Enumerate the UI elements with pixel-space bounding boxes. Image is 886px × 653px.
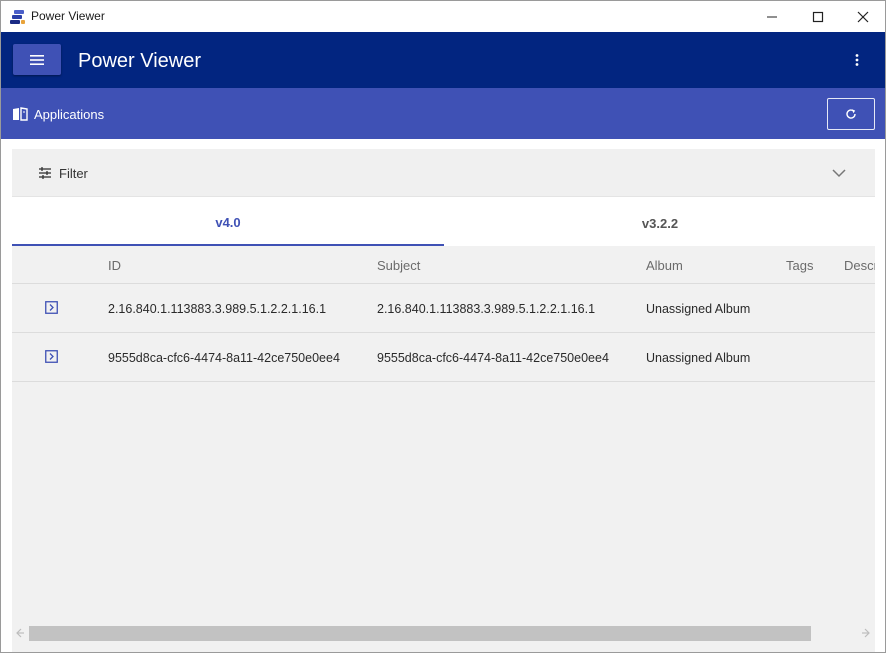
version-tabs: v4.0 v3.2.2 [12, 201, 885, 246]
expand-row-icon[interactable] [45, 301, 58, 314]
applications-table: ID Subject Album Tags Descr 2.16.840.1.1… [12, 246, 875, 652]
close-button[interactable] [840, 1, 885, 32]
close-icon [857, 11, 869, 22]
app-header: Power Viewer [1, 32, 885, 88]
minimize-icon [767, 16, 777, 17]
cell-album: Unassigned Album [646, 302, 751, 316]
app-logo-icon [10, 10, 25, 24]
column-header-tags[interactable]: Tags [786, 258, 813, 273]
column-header-description[interactable]: Descr [844, 258, 875, 273]
cell-id: 2.16.840.1.113883.3.989.5.1.2.2.1.16.1 [108, 302, 327, 316]
scroll-right-arrow-icon[interactable] [861, 628, 871, 638]
column-header-subject[interactable]: Subject [377, 258, 420, 273]
table-row[interactable]: 9555d8ca-cfc6-4474-8a11-42ce750e0ee4 955… [12, 333, 875, 382]
cell-id: 9555d8ca-cfc6-4474-8a11-42ce750e0ee4 [108, 351, 340, 365]
hamburger-icon [30, 54, 44, 65]
table-row[interactable]: 2.16.840.1.113883.3.989.5.1.2.2.1.16.1 2… [12, 284, 875, 333]
filter-sliders-icon [39, 167, 51, 179]
scrollbar-thumb[interactable] [29, 626, 811, 641]
more-options-button[interactable] [847, 49, 867, 71]
refresh-icon [846, 109, 856, 119]
menu-button[interactable] [13, 44, 61, 75]
tab-v3-2-2[interactable]: v3.2.2 [444, 201, 876, 246]
app-window: Power Viewer Power Viewer Applications F… [0, 0, 886, 653]
app-title: Power Viewer [78, 50, 202, 72]
maximize-button[interactable] [795, 1, 841, 32]
chevron-down-icon[interactable] [831, 167, 847, 179]
filter-label: Filter [59, 166, 88, 181]
minimize-button[interactable] [749, 1, 795, 32]
expand-row-icon[interactable] [45, 350, 58, 363]
horizontal-scrollbar[interactable] [12, 624, 875, 644]
tab-v4-0[interactable]: v4.0 [12, 201, 444, 246]
book-icon [13, 107, 28, 121]
kebab-icon [855, 54, 859, 66]
section-title: Applications [34, 107, 105, 122]
filter-panel[interactable]: Filter [12, 149, 875, 197]
cell-subject: 9555d8ca-cfc6-4474-8a11-42ce750e0ee4 [377, 351, 609, 365]
window-title: Power Viewer [31, 9, 105, 23]
title-bar: Power Viewer [1, 1, 885, 32]
scroll-left-arrow-icon[interactable] [15, 628, 25, 638]
maximize-icon [812, 11, 824, 22]
section-header: Applications [1, 88, 885, 139]
cell-subject: 2.16.840.1.113883.3.989.5.1.2.2.1.16.1 [377, 302, 596, 316]
column-header-id[interactable]: ID [108, 258, 121, 273]
refresh-button[interactable] [827, 98, 875, 130]
main-content: Filter v4.0 v3.2.2 ID Subject Album Tags… [1, 139, 885, 652]
cell-album: Unassigned Album [646, 351, 751, 365]
column-header-album[interactable]: Album [646, 258, 683, 273]
table-header: ID Subject Album Tags Descr [12, 246, 875, 284]
